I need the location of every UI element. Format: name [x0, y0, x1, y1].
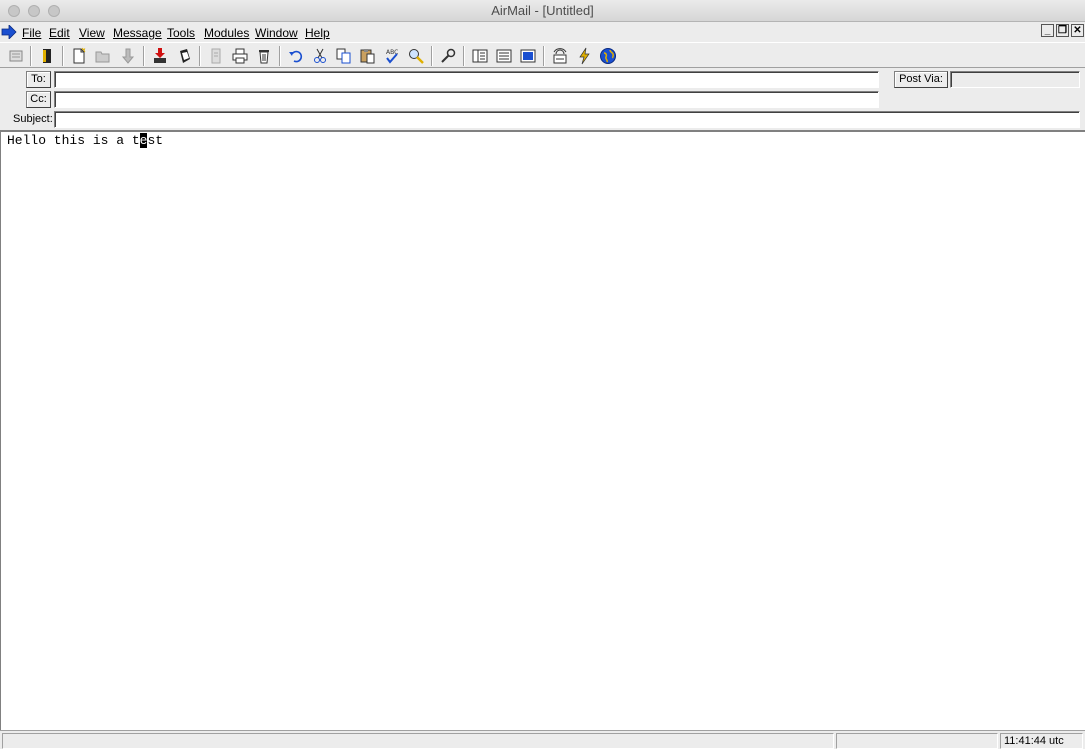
new-message-icon[interactable]	[68, 45, 90, 66]
menu-bar: File Edit View Message Tools Modules Win…	[0, 22, 1085, 42]
menu-edit[interactable]: Edit	[49, 26, 70, 40]
window-title: AirMail - [Untitled]	[491, 3, 594, 18]
title-bar: AirMail - [Untitled]	[0, 0, 1085, 22]
lightning-icon[interactable]	[573, 45, 595, 66]
document-icon[interactable]	[205, 45, 227, 66]
minimize-window-button[interactable]	[28, 5, 40, 17]
down-arrow-icon[interactable]	[117, 45, 139, 66]
trash-icon[interactable]	[253, 45, 275, 66]
spellcheck-icon[interactable]: ABC	[381, 45, 403, 66]
toolbar: ABC	[0, 42, 1085, 68]
menu-tools[interactable]: Tools	[167, 26, 195, 40]
status-pane-main	[2, 733, 834, 749]
menu-message[interactable]: Message	[113, 26, 162, 40]
outbox-icon[interactable]	[149, 45, 171, 66]
settings-wrench-icon[interactable]	[437, 45, 459, 66]
to-field[interactable]	[54, 71, 879, 88]
cc-field[interactable]	[54, 91, 879, 108]
menu-help[interactable]: Help	[305, 26, 330, 40]
status-bar: 11:41:44 utc	[0, 730, 1085, 749]
copy-icon[interactable]	[333, 45, 355, 66]
menu-modules[interactable]: Modules	[204, 26, 249, 40]
view-list-icon[interactable]	[493, 45, 515, 66]
menu-window[interactable]: Window	[255, 26, 298, 40]
cc-button[interactable]: Cc:	[26, 91, 51, 108]
attach-icon[interactable]	[173, 45, 195, 66]
menu-view[interactable]: View	[79, 26, 105, 40]
undo-icon[interactable]	[285, 45, 307, 66]
open-folder-icon[interactable]	[92, 45, 114, 66]
subject-field[interactable]	[54, 111, 1080, 128]
post-via-field[interactable]	[950, 71, 1080, 88]
find-icon[interactable]	[405, 45, 427, 66]
app-arrow-icon[interactable]	[1, 24, 17, 42]
mdi-minimize-icon[interactable]: _	[1041, 24, 1054, 37]
cut-icon[interactable]	[309, 45, 331, 66]
print-icon[interactable]	[229, 45, 251, 66]
book-icon[interactable]	[36, 45, 58, 66]
zoom-window-button[interactable]	[48, 5, 60, 17]
message-body-text: Hello this is a test	[7, 133, 164, 148]
status-pane-secondary	[836, 733, 998, 749]
close-window-button[interactable]	[8, 5, 20, 17]
mdi-restore-icon[interactable]: ❐	[1056, 24, 1069, 37]
address-book-icon[interactable]	[5, 45, 27, 66]
globe-icon[interactable]	[597, 45, 619, 66]
menu-file[interactable]: File	[22, 26, 41, 40]
status-clock: 11:41:44 utc	[1000, 733, 1083, 749]
view-preview-icon[interactable]	[517, 45, 539, 66]
to-button[interactable]: To:	[26, 71, 51, 88]
radio-tower-icon[interactable]	[549, 45, 571, 66]
view-split-icon[interactable]	[469, 45, 491, 66]
message-body[interactable]: Hello this is a test	[0, 130, 1085, 730]
paste-icon[interactable]	[357, 45, 379, 66]
subject-label: Subject:	[13, 113, 53, 125]
mdi-close-icon[interactable]: ✕	[1071, 24, 1084, 37]
message-header: To: Post Via: Cc: Subject:	[0, 68, 1085, 130]
post-via-button[interactable]: Post Via:	[894, 71, 948, 88]
